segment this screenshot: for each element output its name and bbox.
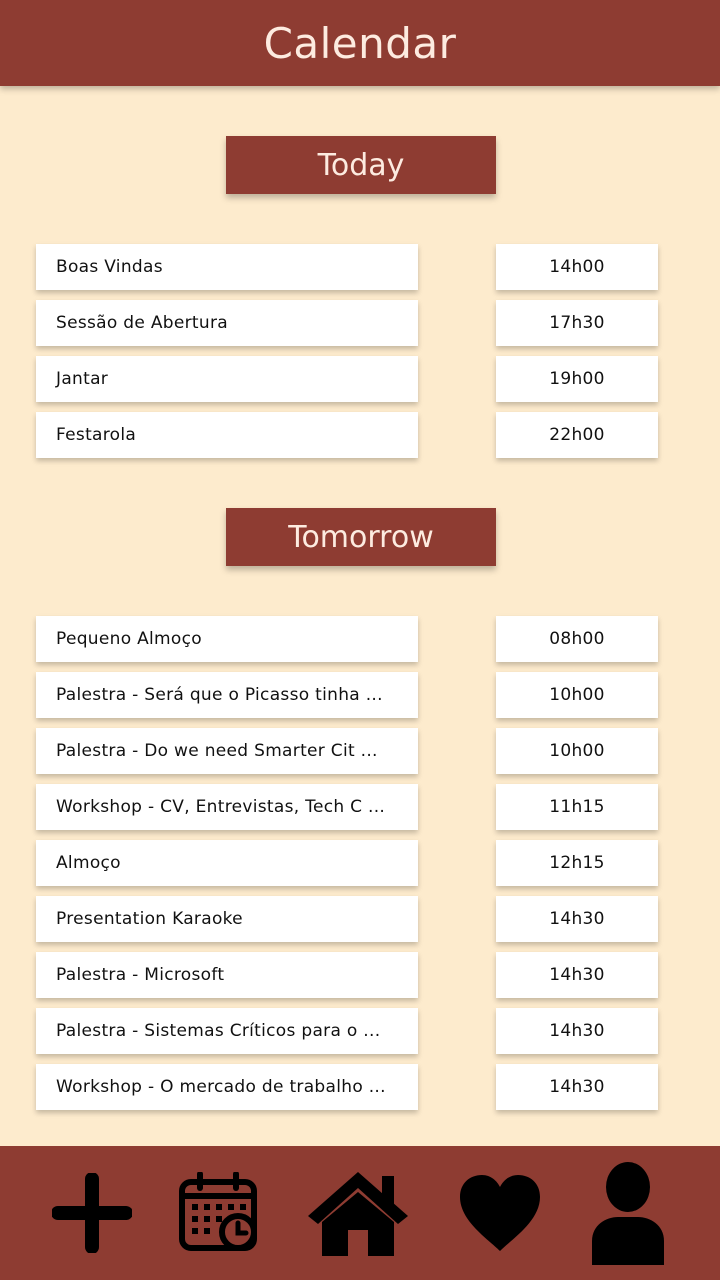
event-row[interactable]: Almoço 12h15: [0, 840, 720, 886]
app-root: Calendar Today Boas Vindas 14h00 Sessão …: [0, 0, 720, 1280]
section-title-tomorrow: Tomorrow: [226, 508, 496, 566]
event-row[interactable]: Workshop - O mercado de trabalho ... 14h…: [0, 1064, 720, 1110]
event-name[interactable]: Palestra - Será que o Picasso tinha ...: [36, 672, 418, 718]
event-name[interactable]: Pequeno Almoço: [36, 616, 418, 662]
event-row[interactable]: Palestra - Será que o Picasso tinha ... …: [0, 672, 720, 718]
event-name[interactable]: Festarola: [36, 412, 418, 458]
calendar-button[interactable]: [159, 1146, 279, 1280]
event-time[interactable]: 08h00: [496, 616, 658, 662]
calendar-clock-icon: [179, 1172, 257, 1251]
user-icon: [592, 1162, 664, 1265]
bottom-nav: [0, 1146, 720, 1280]
favorites-button[interactable]: [440, 1146, 560, 1280]
event-time[interactable]: 14h00: [496, 244, 658, 290]
event-name[interactable]: Jantar: [36, 356, 418, 402]
event-name[interactable]: Presentation Karaoke: [36, 896, 418, 942]
event-time[interactable]: 19h00: [496, 356, 658, 402]
event-row[interactable]: Palestra - Sistemas Críticos para o ... …: [0, 1008, 720, 1054]
event-time[interactable]: 14h30: [496, 952, 658, 998]
event-name[interactable]: Palestra - Microsoft: [36, 952, 418, 998]
plus-icon: [52, 1173, 132, 1253]
event-name[interactable]: Almoço: [36, 840, 418, 886]
event-row[interactable]: Sessão de Abertura 17h30: [0, 300, 720, 346]
event-row[interactable]: Palestra - Do we need Smarter Cit ... 10…: [0, 728, 720, 774]
home-button[interactable]: [298, 1146, 418, 1280]
event-time[interactable]: 14h30: [496, 1064, 658, 1110]
section-title-today: Today: [226, 136, 496, 194]
event-name[interactable]: Palestra - Sistemas Críticos para o ...: [36, 1008, 418, 1054]
event-row[interactable]: Pequeno Almoço 08h00: [0, 616, 720, 662]
profile-button[interactable]: [568, 1146, 688, 1280]
event-name[interactable]: Workshop - O mercado de trabalho ...: [36, 1064, 418, 1110]
event-time[interactable]: 10h00: [496, 672, 658, 718]
event-time[interactable]: 14h30: [496, 1008, 658, 1054]
event-row[interactable]: Jantar 19h00: [0, 356, 720, 402]
event-time[interactable]: 22h00: [496, 412, 658, 458]
home-icon: [308, 1172, 408, 1256]
event-row[interactable]: Palestra - Microsoft 14h30: [0, 952, 720, 998]
event-name[interactable]: Palestra - Do we need Smarter Cit ...: [36, 728, 418, 774]
event-time[interactable]: 10h00: [496, 728, 658, 774]
app-header: Calendar: [0, 0, 720, 86]
event-time[interactable]: 11h15: [496, 784, 658, 830]
event-row[interactable]: Festarola 22h00: [0, 412, 720, 458]
heart-icon: [460, 1175, 540, 1251]
add-button[interactable]: [32, 1146, 152, 1280]
page-title: Calendar: [263, 18, 457, 68]
event-time[interactable]: 12h15: [496, 840, 658, 886]
event-row[interactable]: Workshop - CV, Entrevistas, Tech C ... 1…: [0, 784, 720, 830]
event-name[interactable]: Boas Vindas: [36, 244, 418, 290]
event-row[interactable]: Boas Vindas 14h00: [0, 244, 720, 290]
event-time[interactable]: 17h30: [496, 300, 658, 346]
event-row[interactable]: Presentation Karaoke 14h30: [0, 896, 720, 942]
event-time[interactable]: 14h30: [496, 896, 658, 942]
event-name[interactable]: Sessão de Abertura: [36, 300, 418, 346]
event-name[interactable]: Workshop - CV, Entrevistas, Tech C ...: [36, 784, 418, 830]
